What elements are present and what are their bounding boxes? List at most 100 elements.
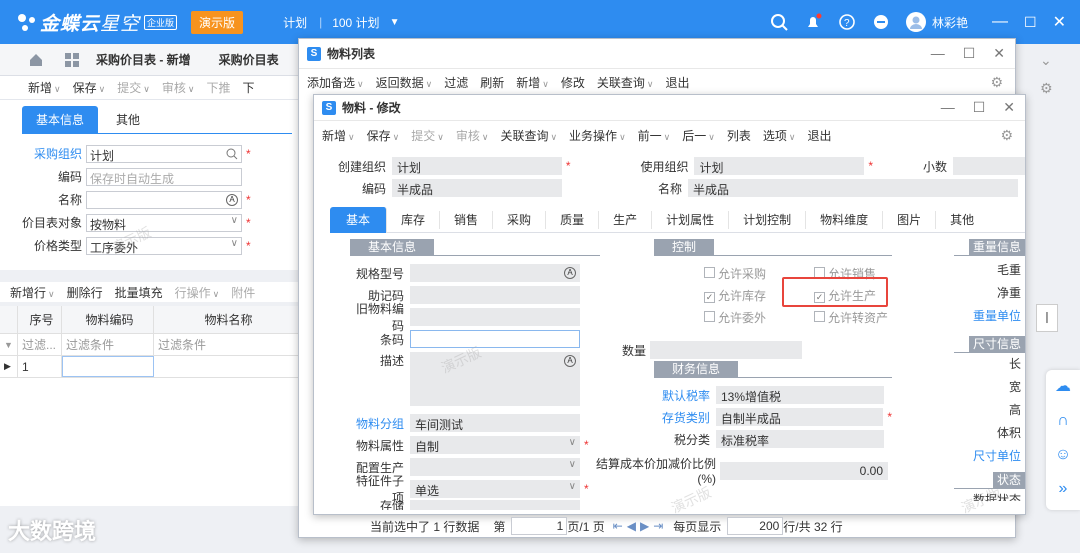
tax-rate-label[interactable]: 默认税率	[654, 387, 716, 404]
price-object-select[interactable]: 按物料 ∨	[86, 213, 242, 232]
price-type-select[interactable]: 工序委外 ∨	[86, 236, 242, 255]
minimize-icon[interactable]: —	[931, 45, 945, 62]
user-menu[interactable]: 林彩艳	[906, 12, 968, 32]
multilang-icon[interactable]: A	[226, 193, 238, 206]
related-query-button[interactable]: 关联查询 ∨	[500, 127, 557, 144]
stock-category-label[interactable]: 存货类别	[654, 409, 716, 426]
gear-icon[interactable]: ⚙	[1000, 127, 1013, 144]
menu-plan[interactable]: 计划	[283, 14, 307, 31]
smile-icon[interactable]: ☺	[1046, 438, 1080, 472]
chevron-down-icon[interactable]: ⌄	[1040, 52, 1052, 69]
tab-images[interactable]: 图片	[883, 210, 937, 229]
decimal-field[interactable]	[953, 157, 1025, 175]
delete-row-button[interactable]: 删除行	[67, 284, 103, 301]
cloud-icon[interactable]: ☁	[1046, 370, 1080, 404]
filter-seq[interactable]: 过滤...	[18, 334, 62, 355]
filter-code[interactable]: 过滤条件	[62, 334, 154, 355]
app-logo[interactable]: 金蝶云 星空 企业版	[14, 9, 178, 36]
help-icon[interactable]: ?	[838, 13, 856, 31]
config-select[interactable]: ∨	[410, 458, 580, 476]
spec-field[interactable]: A	[410, 264, 580, 282]
code-field[interactable]: 保存时自动生成	[86, 167, 242, 186]
prop-select[interactable]: 自制 ∨	[410, 436, 580, 454]
filter-button[interactable]: 过滤	[444, 74, 468, 91]
bell-icon[interactable]	[804, 13, 822, 31]
feature-select[interactable]: 单选 ∨	[410, 480, 580, 498]
tab-sales[interactable]: 销售	[440, 210, 494, 229]
grid-icon[interactable]	[64, 52, 80, 68]
purchase-org-field[interactable]: 计划	[86, 144, 242, 163]
allow-outsource-checkbox[interactable]: 允许委外	[704, 309, 814, 326]
toolbar-more[interactable]: 下	[242, 79, 254, 96]
page-input[interactable]: 1	[511, 517, 568, 535]
toolbar-audit[interactable]: 审核 ∨	[162, 79, 195, 96]
tax-rate-field[interactable]: 13%增值税	[716, 386, 884, 404]
col-material-name[interactable]: 物料名称	[154, 306, 300, 333]
row-ops-button[interactable]: 行操作 ∨	[175, 284, 220, 301]
toolbar-save[interactable]: 保存 ∨	[73, 79, 106, 96]
desc-field[interactable]: A	[410, 352, 580, 406]
new-button[interactable]: 新增 ∨	[516, 74, 549, 91]
allow-asset-checkbox[interactable]: 允许转资产	[814, 309, 888, 326]
tab-purchase[interactable]: 采购	[493, 210, 547, 229]
ratio-field[interactable]: 0.00	[720, 461, 888, 480]
gear-icon[interactable]: ⚙	[1040, 80, 1053, 97]
group-field[interactable]: 车间测试	[410, 414, 580, 432]
col-seq[interactable]: 序号	[18, 306, 62, 333]
return-data-button[interactable]: 返回数据 ∨	[376, 74, 433, 91]
chevron-down-icon[interactable]: ▼	[390, 17, 400, 28]
home-icon[interactable]	[28, 52, 44, 68]
tab-plan-control[interactable]: 计划控制	[729, 210, 807, 229]
multilang-icon[interactable]: A	[564, 267, 576, 279]
edit-button[interactable]: 修改	[561, 74, 585, 91]
page-size-select[interactable]: 200	[727, 517, 784, 535]
exit-button[interactable]: 退出	[665, 74, 689, 91]
batch-fill-button[interactable]: 批量填充	[115, 284, 163, 301]
options-button[interactable]: 选项 ∨	[763, 127, 796, 144]
mnemonic-field[interactable]	[410, 286, 580, 304]
tab-other[interactable]: 其他	[936, 211, 988, 229]
new-button[interactable]: 新增 ∨	[322, 127, 355, 144]
name-field[interactable]: 半成品	[688, 179, 1018, 197]
tab-material-dim[interactable]: 物料维度	[806, 210, 884, 229]
minimize-icon[interactable]: —	[941, 99, 955, 116]
prev-button[interactable]: 前一 ∨	[638, 127, 671, 144]
tab-inventory[interactable]: 库存	[387, 210, 441, 229]
tab-price-list-new[interactable]: 采购价目表 - 新增	[96, 51, 191, 68]
add-alt-button[interactable]: 添加备选 ∨	[307, 74, 364, 91]
minus-circle-icon[interactable]	[872, 13, 890, 31]
close-icon[interactable]: ✕	[1003, 99, 1015, 116]
tab-price-list[interactable]: 采购价目表	[219, 51, 279, 68]
old-code-field[interactable]	[410, 308, 580, 326]
size-unit-label[interactable]: 尺寸单位	[954, 445, 1021, 468]
col-material-code[interactable]: 物料编码	[62, 306, 154, 333]
maximize-icon[interactable]: ☐	[973, 99, 986, 116]
demo-button[interactable]: 演示版	[191, 10, 244, 34]
tab-basic-info[interactable]: 基本信息	[22, 106, 99, 133]
weight-unit-label[interactable]: 重量单位	[954, 305, 1021, 328]
code-field[interactable]: 半成品	[392, 179, 562, 197]
close-icon[interactable]: ✕	[993, 45, 1005, 62]
close-icon[interactable]: ✕	[1053, 12, 1066, 32]
filter-name[interactable]: 过滤条件	[154, 334, 300, 355]
refresh-button[interactable]: 刷新	[480, 74, 504, 91]
stock-category-field[interactable]: 自制半成品	[715, 408, 884, 426]
create-org-field[interactable]: 计划	[391, 157, 562, 175]
use-org-field[interactable]: 计划	[694, 157, 865, 175]
page-nav-icon[interactable]: ⇤◀▶⇥	[613, 519, 668, 533]
list-button[interactable]: 列表	[727, 127, 751, 144]
multilang-icon[interactable]: A	[564, 355, 576, 367]
audit-button[interactable]: 审核 ∨	[456, 127, 489, 144]
minimize-icon[interactable]: —	[992, 13, 1008, 31]
tax-class-field[interactable]: 标准税率	[716, 430, 884, 448]
next-button[interactable]: 后一 ∨	[682, 127, 715, 144]
tab-quality[interactable]: 质量	[546, 210, 600, 229]
expand-icon[interactable]: »	[1046, 472, 1080, 506]
table-row[interactable]: ▶ 1	[0, 356, 300, 378]
attachment-button[interactable]: 附件	[231, 284, 255, 301]
search-icon[interactable]	[770, 13, 788, 31]
toolbar-push[interactable]: 下推	[206, 79, 230, 96]
related-query-button[interactable]: 关联查询 ∨	[597, 74, 654, 91]
qty-field[interactable]	[650, 341, 802, 359]
maximize-icon[interactable]: ☐	[963, 45, 976, 62]
